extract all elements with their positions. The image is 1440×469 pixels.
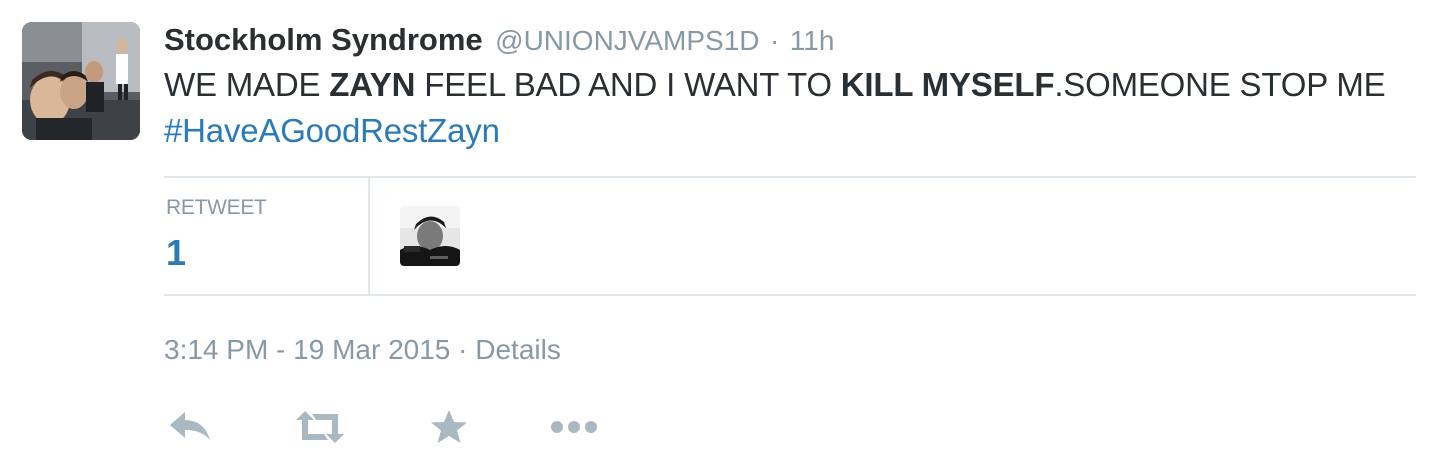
tweet-stats: RETWEET 1: [164, 176, 1416, 296]
tweet-text-segment: WE MADE: [164, 66, 330, 103]
tweet-text: WE MADE ZAYN FEEL BAD AND I WANT TO KILL…: [164, 62, 1404, 154]
more-dots-icon: [551, 421, 597, 433]
meta-separator: ·: [458, 334, 468, 365]
tweet-text-segment: .SOMEONE STOP ME: [1054, 66, 1386, 103]
retweet-icon: [296, 411, 344, 443]
tweet-actions: [164, 402, 664, 452]
more-button[interactable]: [550, 402, 598, 452]
retweet-stat-label: RETWEET: [166, 196, 267, 219]
tweet-header: Stockholm Syndrome @UNIONJVAMPS1D · 11h: [164, 20, 834, 60]
tweet-text-bold-segment: KILL MYSELF: [840, 66, 1055, 103]
tweet-text-bold-segment: ZAYN: [329, 66, 416, 103]
retweet-stat[interactable]: RETWEET 1: [164, 178, 370, 294]
header-separator: ·: [769, 25, 780, 56]
author-screen-name[interactable]: @UNIONJVAMPS1D: [495, 25, 759, 56]
tweet-meta: 3:14 PM - 19 Mar 2015 · Details: [164, 330, 561, 370]
tweet-timestamp: 3:14 PM - 19 Mar 2015: [164, 334, 451, 365]
reply-button[interactable]: [168, 402, 212, 452]
retweet-stat-count: 1: [166, 232, 187, 273]
hashtag-link[interactable]: #HaveAGoodRestZayn: [164, 112, 500, 149]
author-display-name[interactable]: Stockholm Syndrome: [164, 22, 483, 57]
details-link[interactable]: Details: [475, 334, 561, 365]
favorite-button[interactable]: [430, 402, 468, 452]
retweeter-photo: [400, 206, 460, 266]
star-icon: [431, 410, 467, 443]
retweet-button[interactable]: [294, 402, 346, 452]
tweet-time-ago[interactable]: 11h: [790, 25, 835, 56]
retweeter-avatar[interactable]: [400, 206, 460, 266]
reply-icon: [170, 412, 210, 440]
author-avatar[interactable]: [22, 22, 140, 140]
avatar-photo: [22, 22, 140, 140]
tweet-text-segment: FEEL BAD AND I WANT TO: [415, 66, 841, 103]
